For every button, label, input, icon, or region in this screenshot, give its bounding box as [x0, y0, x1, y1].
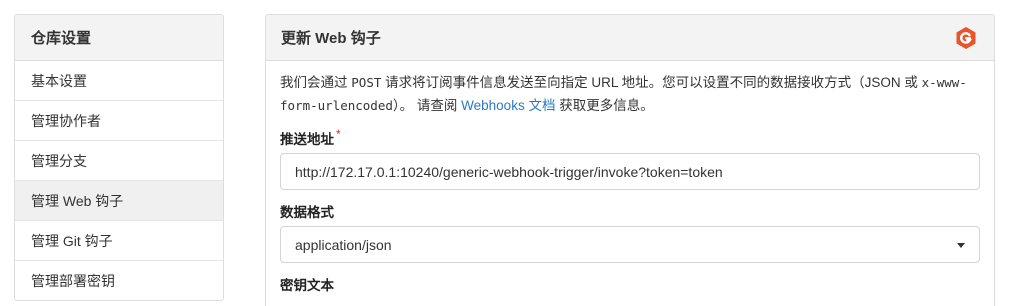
- description-text: ）。 请查阅: [392, 98, 462, 113]
- settings-sidebar: 仓库设置 基本设置 管理协作者 管理分支 管理 Web 钩子 管理 Git 钩子…: [14, 14, 224, 301]
- dropdown-caret-icon: [957, 243, 965, 248]
- gitea-logo-icon: [956, 27, 976, 49]
- sidebar-item-basic-settings[interactable]: 基本设置: [15, 61, 223, 101]
- description-text: 获取更多信息。: [555, 98, 654, 113]
- webhook-description: 我们会通过 POST 请求将订阅事件信息发送至向指定 URL 地址。您可以设置不…: [280, 71, 980, 117]
- description-text: 请求将订阅事件信息发送至向指定 URL 地址。您可以设置不同的数据接收方式（JS…: [381, 75, 922, 90]
- sidebar-item-branches[interactable]: 管理分支: [15, 141, 223, 181]
- sidebar-item-git-hooks[interactable]: 管理 Git 钩子: [15, 221, 223, 261]
- sidebar-item-webhooks[interactable]: 管理 Web 钩子: [15, 181, 223, 221]
- secret-label: 密钥文本: [280, 278, 334, 293]
- content-type-label: 数据格式: [280, 205, 334, 220]
- post-method-text: POST: [351, 75, 382, 90]
- payload-url-label: 推送地址 *: [280, 127, 980, 147]
- sidebar-title: 仓库设置: [15, 15, 223, 61]
- panel-header: 更新 Web 钩子: [266, 15, 994, 61]
- sidebar-item-deploy-keys[interactable]: 管理部署密钥: [15, 261, 223, 300]
- sidebar-item-collaborators[interactable]: 管理协作者: [15, 101, 223, 141]
- update-webhook-panel: 更新 Web 钩子 我们会通过 POST 请求将订阅事件信息发送至向指定 URL…: [265, 14, 995, 306]
- panel-title: 更新 Web 钩子: [281, 30, 381, 47]
- content-type-select[interactable]: application/json: [280, 226, 980, 263]
- description-text: 我们会通过: [280, 75, 352, 90]
- webhooks-docs-link[interactable]: Webhooks 文档: [461, 98, 555, 113]
- payload-url-label-text: 推送地址: [280, 132, 334, 147]
- payload-url-value: http://172.17.0.1:10240/generic-webhook-…: [295, 163, 723, 180]
- required-asterisk: *: [336, 127, 341, 141]
- payload-url-input[interactable]: http://172.17.0.1:10240/generic-webhook-…: [280, 153, 980, 190]
- content-type-value: application/json: [295, 236, 392, 253]
